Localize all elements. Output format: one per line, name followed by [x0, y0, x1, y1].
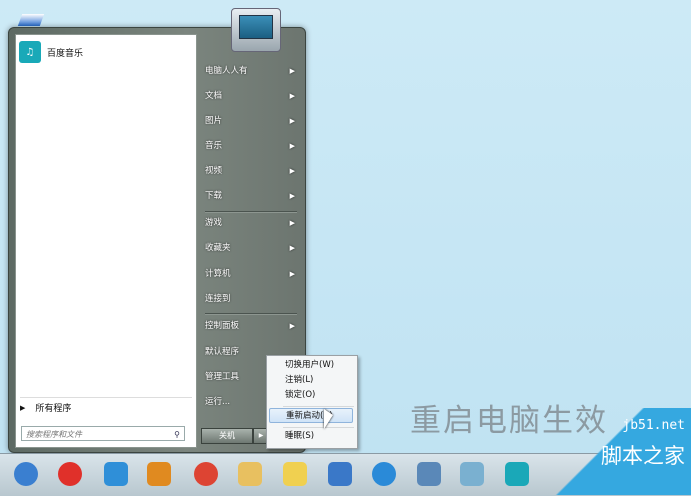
chrome-icon[interactable]: [194, 462, 218, 486]
menu-item-restart[interactable]: 重新启动(R): [269, 408, 353, 423]
menu-item-switch-user[interactable]: 切换用户(W): [269, 358, 353, 373]
programs-pane: ♫ 百度音乐 ▶ 所有程序 搜索程序和文件 ⚲: [15, 34, 197, 448]
sticky-notes-icon[interactable]: [283, 462, 307, 486]
search-box[interactable]: 搜索程序和文件 ⚲: [15, 423, 187, 443]
browser-icon[interactable]: [372, 462, 396, 486]
chevron-right-icon: ▶: [289, 142, 295, 150]
divider: [205, 313, 297, 315]
pinwheel-icon[interactable]: [460, 462, 484, 486]
chevron-right-icon: ▶: [289, 270, 295, 278]
start-item[interactable]: 视频 ▶: [205, 162, 297, 180]
start-item[interactable]: 计算机 ▶: [205, 265, 297, 283]
chevron-right-icon: ▶: [289, 67, 295, 75]
baidu-music-icon[interactable]: [505, 462, 529, 486]
menu-item-lock[interactable]: 锁定(O): [269, 388, 353, 403]
menu-item-sleep[interactable]: 睡眠(S): [269, 429, 353, 444]
start-item[interactable]: 收藏夹 ▶: [205, 239, 297, 257]
jiang-icon[interactable]: [58, 462, 82, 486]
start-item[interactable]: 音乐 ▶: [205, 137, 297, 155]
chevron-right-icon: ▶: [289, 244, 295, 252]
mouse-cursor-icon: [324, 409, 333, 429]
start-item[interactable]: 游戏 ▶: [205, 214, 297, 232]
search-icon: ⚲: [174, 430, 180, 439]
start-item[interactable]: 控制面板 ▶: [205, 317, 297, 335]
chevron-right-icon: ▶: [289, 219, 295, 227]
desktop-shortcut-icon[interactable]: [17, 14, 45, 26]
start-item[interactable]: 文档 ▶: [205, 87, 297, 105]
user-picture[interactable]: [231, 8, 281, 52]
media-player-icon[interactable]: [147, 462, 171, 486]
triangle-right-icon: ▶: [20, 403, 26, 412]
search-input[interactable]: 搜索程序和文件: [26, 430, 82, 439]
shutdown-button[interactable]: 关机: [201, 428, 253, 444]
chevron-right-icon: ▶: [289, 117, 295, 125]
site-logo: jb51.net 脚本之家: [531, 408, 691, 495]
document-icon[interactable]: [328, 462, 352, 486]
start-item[interactable]: 图片 ▶: [205, 112, 297, 130]
remote-desktop-icon[interactable]: [417, 462, 441, 486]
divider: [283, 427, 354, 428]
menu-item-log-off[interactable]: 注销(L): [269, 373, 353, 388]
pinned-program[interactable]: ♫ 百度音乐: [19, 39, 83, 65]
shutdown-menu: 切换用户(W) 注销(L) 锁定(O) 重新启动(R) 睡眠(S): [266, 355, 358, 449]
file-explorer-icon[interactable]: [238, 462, 262, 486]
chevron-right-icon: ▶: [289, 92, 295, 100]
start-item[interactable]: 连接到: [205, 290, 297, 308]
chevron-right-icon: ▶: [289, 167, 295, 175]
baidu-music-icon: ♫: [19, 41, 41, 63]
divider: [283, 406, 354, 407]
start-item[interactable]: 下载 ▶: [205, 187, 297, 205]
start-orb-icon[interactable]: [14, 462, 38, 486]
start-menu: ♫ 百度音乐 ▶ 所有程序 搜索程序和文件 ⚲ 电脑人人有 ▶ 文档 ▶ 图片 ▶ 音乐 ▶ 视频 ▶ 下…: [8, 8, 306, 453]
divider: [20, 397, 192, 398]
all-programs-button[interactable]: ▶ 所有程序: [20, 401, 71, 415]
divider: [205, 211, 297, 213]
start-item[interactable]: 电脑人人有 ▶: [205, 62, 297, 80]
chevron-right-icon: ▶: [289, 192, 295, 200]
internet-explorer-icon[interactable]: [104, 462, 128, 486]
chevron-right-icon: ▶: [289, 322, 295, 330]
